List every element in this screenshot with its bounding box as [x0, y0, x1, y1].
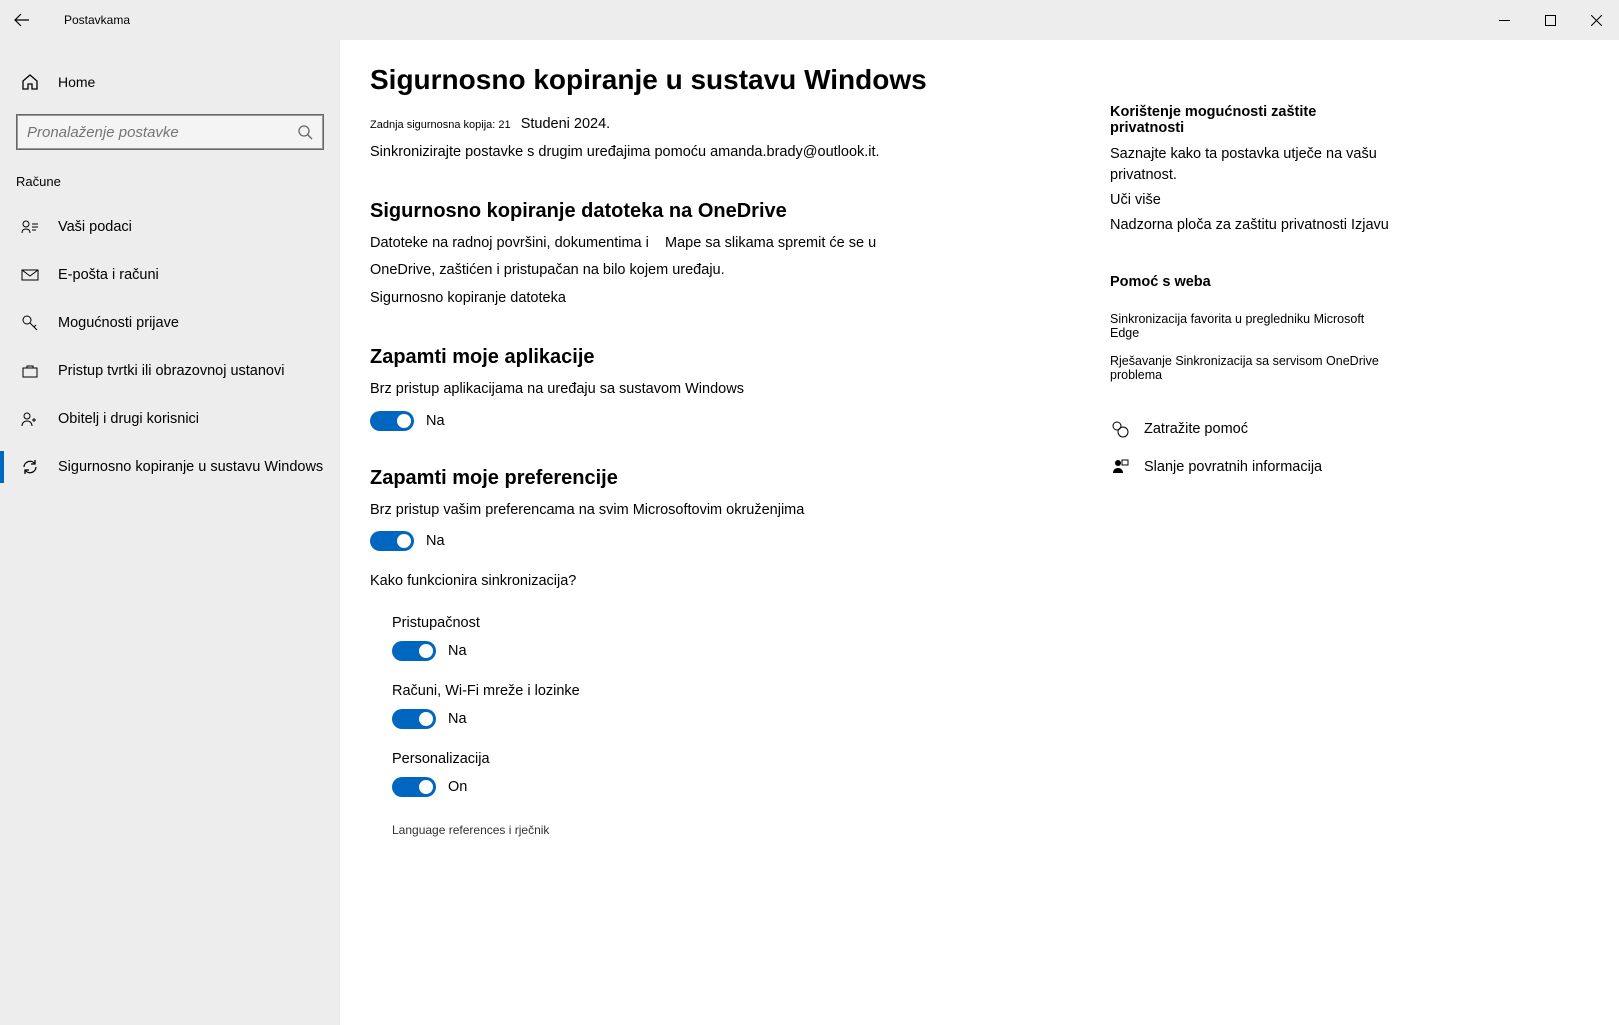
- window-title: Postavkama: [64, 13, 130, 27]
- pref-language-label: Language references i rječnik: [392, 823, 1040, 837]
- page-title: Sigurnosno kopiranje u sustavu Windows: [370, 64, 1040, 96]
- sidebar-home[interactable]: Home: [0, 60, 340, 104]
- sidebar-item-label: E-pošta i računi: [58, 267, 159, 283]
- prefs-section-title: Zapamti moje preferencije: [370, 467, 1040, 490]
- back-button[interactable]: [0, 0, 44, 40]
- pref-accessibility-label: Pristupačnost: [392, 615, 1040, 631]
- apps-desc: Brz pristup aplikacijama na uređaju sa s…: [370, 379, 1040, 401]
- sidebar-item-your-info[interactable]: Vaši podaci: [0, 203, 340, 251]
- sidebar-item-email[interactable]: E-pošta i računi: [0, 251, 340, 299]
- search-input[interactable]: [27, 124, 297, 141]
- main-content: Sigurnosno kopiranje u sustavu Windows Z…: [340, 40, 1619, 1025]
- sidebar-section-label: Računе: [0, 168, 340, 203]
- sidebar-item-label: Pristup tvrtki ili obrazovnoj ustanovi: [58, 363, 284, 379]
- briefcase-icon: [20, 362, 40, 380]
- feedback-label: Slanje povratnih informacija: [1144, 459, 1322, 475]
- pref-passwords-label: Računi, Wi-Fi mreže i lozinke: [392, 683, 1040, 699]
- webhelp-title: Pomoć s weba: [1110, 274, 1390, 290]
- get-help-label: Zatražite pomoć: [1144, 421, 1248, 437]
- onedrive-section-title: Sigurnosno kopiranje datoteka na OneDriv…: [370, 200, 1040, 223]
- sidebar-item-label: Mogućnosti prijave: [58, 315, 179, 331]
- last-backup-prefix: Zadnja sigurnosna kopija: 21: [370, 119, 511, 131]
- search-box[interactable]: [16, 114, 324, 150]
- sync-icon: [20, 458, 40, 476]
- pref-personalization-label: Personalizacija: [392, 751, 1040, 767]
- person-card-icon: [20, 218, 40, 236]
- onedrive-desc-1a: Datoteke na radnoj površini, dokumentima…: [370, 235, 649, 251]
- privacy-title: Korištenje mogućnosti zaštite privatnost…: [1110, 104, 1390, 136]
- maximize-button[interactable]: [1527, 0, 1573, 40]
- pref-passwords-toggle[interactable]: [392, 709, 436, 729]
- privacy-dashboard-link[interactable]: Nadzorna ploča za zaštitu privatnosti Iz…: [1110, 215, 1390, 236]
- apps-section-title: Zapamti moje aplikacije: [370, 346, 1040, 369]
- sidebar-item-work[interactable]: Pristup tvrtki ili obrazovnoj ustanovi: [0, 347, 340, 395]
- onedrive-desc-2: OneDrive, zaštićen i pristupačan na bilo…: [370, 260, 1040, 282]
- close-icon: [1591, 15, 1602, 26]
- apps-toggle-state: Na: [426, 413, 445, 429]
- titlebar: Postavkama: [0, 0, 1619, 40]
- webhelp-link-onedrive[interactable]: Rješavanje Sinkronizacija sa servisom On…: [1110, 354, 1390, 382]
- sidebar-item-label: Obitelj i drugi korisnici: [58, 411, 199, 427]
- maximize-icon: [1545, 15, 1556, 26]
- feedback-icon: [1110, 458, 1130, 476]
- pref-accessibility-toggle[interactable]: [392, 641, 436, 661]
- onedrive-desc-1b: Mape sa slikama spremit će se u: [665, 235, 876, 251]
- onedrive-backup-link[interactable]: Sigurnosno kopiranje datoteka: [370, 288, 1040, 310]
- key-icon: [20, 314, 40, 332]
- close-button[interactable]: [1573, 0, 1619, 40]
- sidebar: Home Računе Vaši podaci E-pošta i računi…: [0, 40, 340, 1025]
- arrow-left-icon: [14, 12, 30, 28]
- pref-personalization-state: On: [448, 779, 467, 795]
- webhelp-link-edge[interactable]: Sinkronizacija favorita u pregledniku Mi…: [1110, 312, 1390, 340]
- privacy-learn-more-link[interactable]: Uči više: [1110, 190, 1390, 211]
- feedback-link[interactable]: Slanje povratnih informacija: [1110, 458, 1390, 476]
- sidebar-item-signin[interactable]: Mogućnosti prijave: [0, 299, 340, 347]
- help-icon: [1110, 420, 1130, 438]
- privacy-desc: Saznajte kako ta postavka utječe na vašu…: [1110, 144, 1390, 186]
- sidebar-item-label: Sigurnosno kopiranje u sustavu Windows: [58, 459, 323, 475]
- search-icon: [297, 124, 313, 140]
- sync-account-text: Sinkronizirajte postavke s drugim uređaj…: [370, 142, 1040, 164]
- minimize-button[interactable]: [1481, 0, 1527, 40]
- mail-icon: [20, 266, 40, 284]
- pref-passwords-state: Na: [448, 711, 467, 727]
- prefs-toggle-state: Na: [426, 533, 445, 549]
- prefs-toggle[interactable]: [370, 531, 414, 551]
- home-icon: [20, 73, 40, 91]
- last-backup-date: Studeni 2024.: [521, 116, 611, 132]
- people-icon: [20, 410, 40, 428]
- sidebar-item-backup[interactable]: Sigurnosno kopiranje u sustavu Windows: [0, 443, 340, 491]
- pref-accessibility-state: Na: [448, 643, 467, 659]
- sidebar-item-label: Vaši podaci: [58, 219, 132, 235]
- pref-personalization-toggle[interactable]: [392, 777, 436, 797]
- how-sync-works-link[interactable]: Kako funkcionira sinkronizacija?: [370, 571, 1040, 593]
- prefs-desc: Brz pristup vašim preferencama na svim M…: [370, 500, 1040, 522]
- minimize-icon: [1499, 15, 1510, 26]
- sidebar-item-family[interactable]: Obitelj i drugi korisnici: [0, 395, 340, 443]
- sidebar-home-label: Home: [58, 74, 95, 90]
- get-help-link[interactable]: Zatražite pomoć: [1110, 420, 1390, 438]
- apps-toggle[interactable]: [370, 411, 414, 431]
